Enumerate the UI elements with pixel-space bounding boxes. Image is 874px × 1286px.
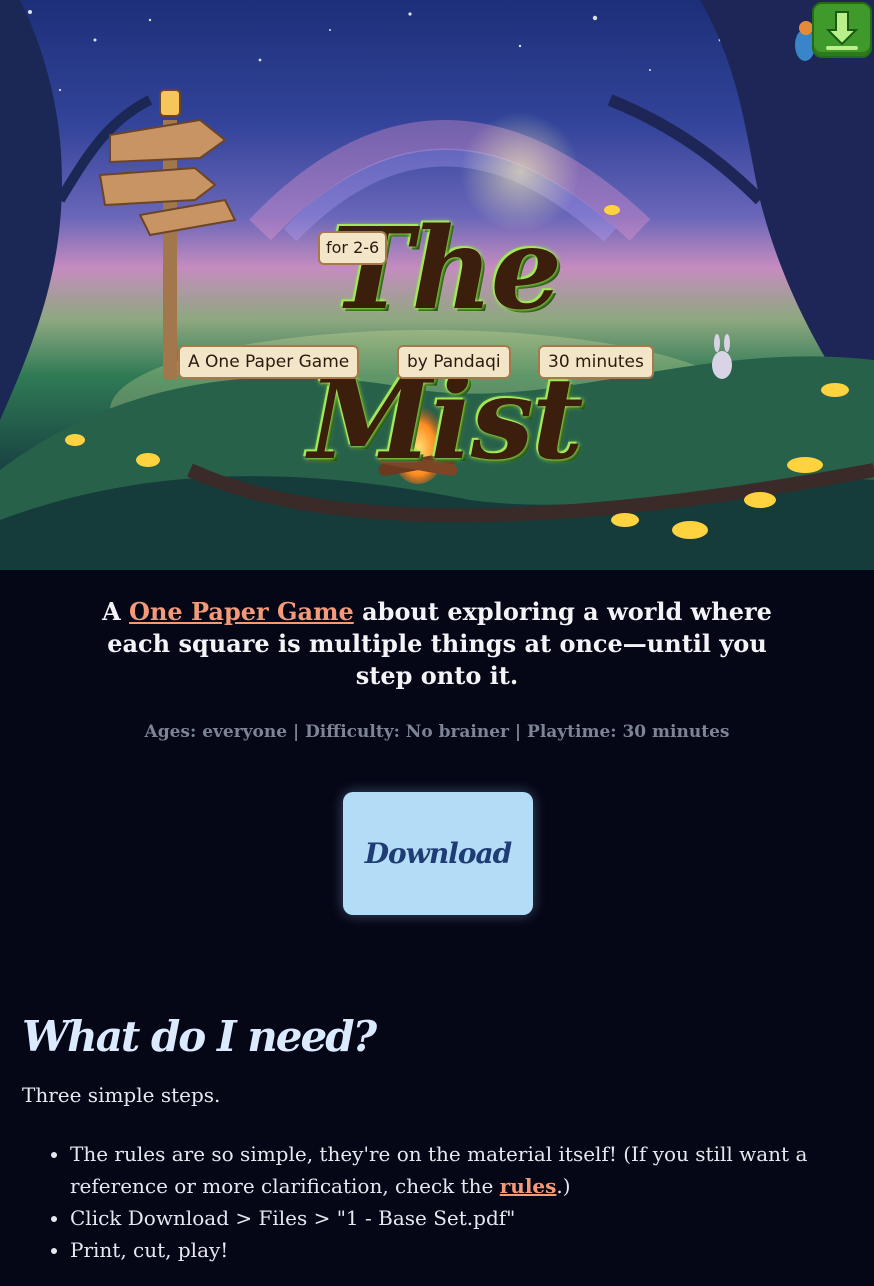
one-paper-game-link[interactable]: One Paper Game bbox=[129, 597, 354, 626]
download-arrow-icon[interactable] bbox=[812, 2, 872, 58]
list-item: The rules are so simple, they're on the … bbox=[70, 1138, 870, 1202]
author-label: by Pandaqi bbox=[397, 345, 511, 379]
game-logo-title: The Mist bbox=[308, 204, 583, 485]
download-button[interactable]: Download bbox=[343, 792, 533, 915]
one-paper-game-label: A One Paper Game bbox=[178, 345, 360, 379]
game-meta: Ages: everyone | Difficulty: No brainer … bbox=[144, 722, 730, 742]
step-text-end: .) bbox=[556, 1174, 571, 1198]
intro-text-start: A bbox=[102, 597, 130, 626]
players-badge: for 2-6 bbox=[318, 231, 388, 265]
list-item: Print, cut, play! bbox=[70, 1234, 870, 1266]
playtime-label: 30 minutes bbox=[538, 345, 654, 379]
rules-link[interactable]: rules bbox=[500, 1174, 557, 1198]
steps-list: The rules are so simple, they're on the … bbox=[22, 1138, 870, 1266]
list-item: Click Download > Files > "1 - Base Set.p… bbox=[70, 1202, 870, 1234]
hero-banner: The Mist for 2-6 A One Paper Game by Pan… bbox=[0, 0, 874, 570]
section-heading: What do I need? bbox=[22, 1012, 377, 1061]
game-intro: A One Paper Game about exploring a world… bbox=[80, 596, 794, 692]
step-text: The rules are so simple, they're on the … bbox=[70, 1142, 808, 1198]
section-subtitle: Three simple steps. bbox=[22, 1083, 221, 1107]
